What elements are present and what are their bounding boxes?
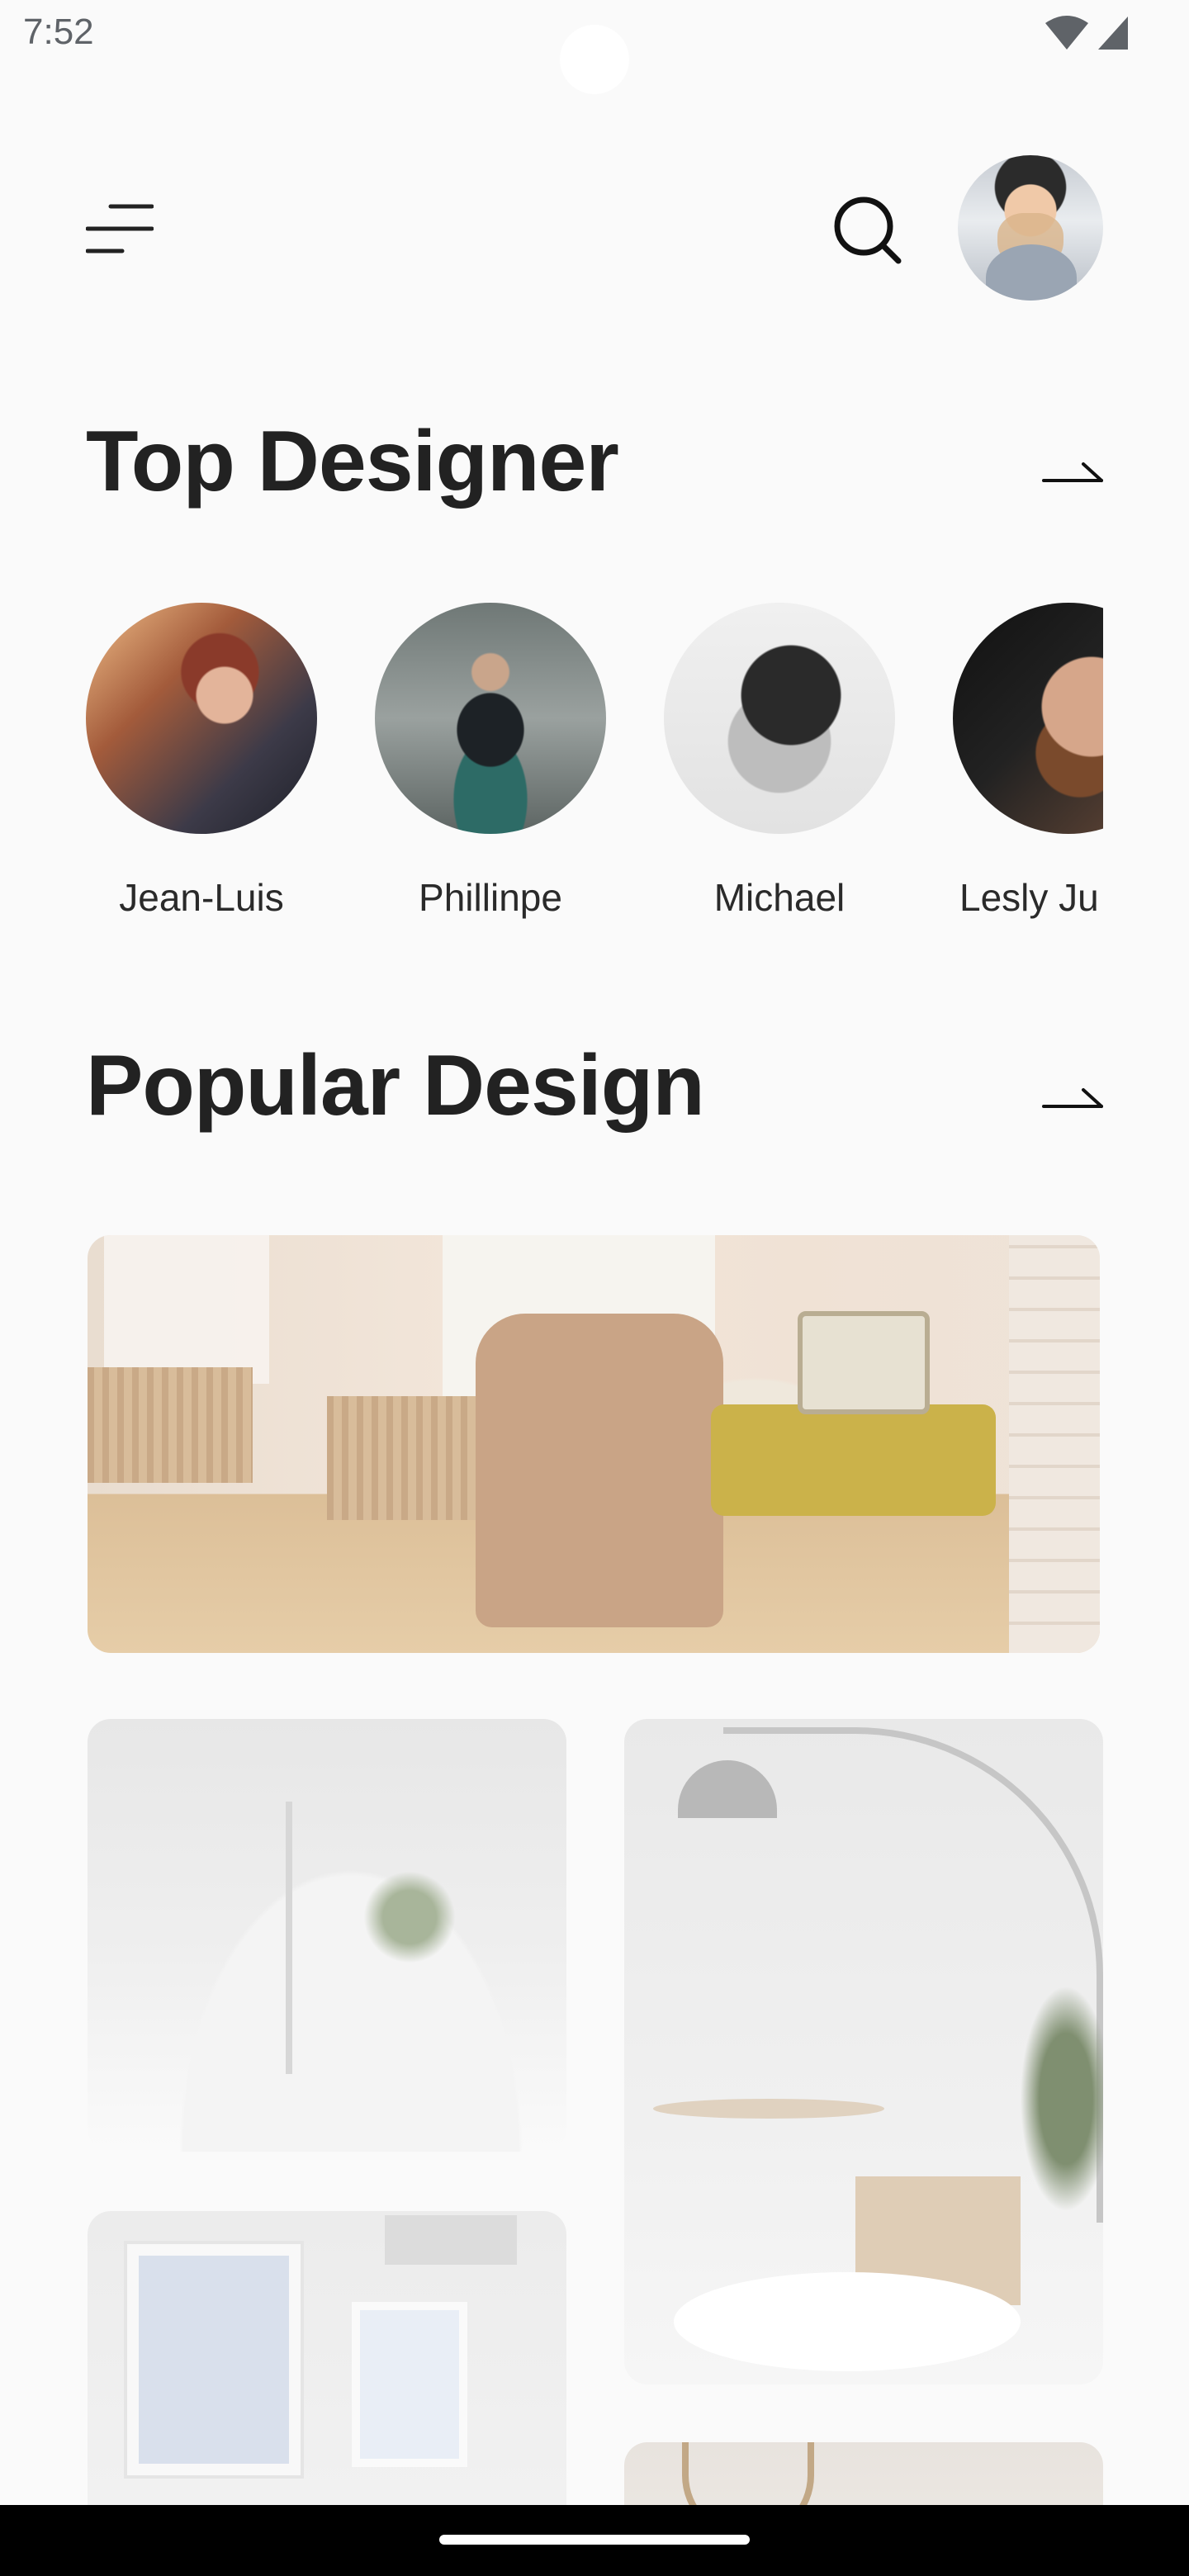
plant	[352, 1868, 467, 1967]
rug	[674, 2272, 1021, 2371]
design-card-bedroom[interactable]	[88, 1719, 566, 2152]
speaker	[798, 1311, 930, 1414]
designer-name: Michael	[713, 876, 846, 919]
designer-item[interactable]: Lesly Ju	[953, 603, 1103, 920]
designer-name: Lesly Ju	[959, 876, 1099, 919]
designer-name: Phillinpe	[419, 876, 562, 919]
status-bar: 7:52	[0, 0, 1189, 94]
poster	[127, 2244, 301, 2475]
designer-photo	[86, 603, 317, 834]
top-designer-arrow-icon[interactable]	[1042, 456, 1103, 489]
brick-wall	[1009, 1235, 1100, 1653]
menu-icon[interactable]	[86, 201, 154, 256]
table	[653, 2099, 884, 2119]
popular-design-arrow-icon[interactable]	[1042, 1082, 1103, 1115]
designer-item[interactable]: Phillinpe	[375, 603, 606, 920]
top-designer-title: Top Designer	[86, 414, 619, 509]
designer-photo	[375, 603, 606, 834]
home-handle[interactable]	[439, 2535, 750, 2545]
designer-item[interactable]: Jean-Luis	[86, 603, 317, 920]
wifi-icon	[1045, 16, 1088, 50]
designer-item[interactable]: Michael	[664, 603, 895, 920]
poster	[385, 2215, 517, 2265]
status-time: 7:52	[23, 12, 94, 52]
floor-lamp	[286, 1802, 292, 2074]
designer-name: Jean-Luis	[119, 876, 284, 919]
designer-photo	[664, 603, 895, 834]
radiator-cover	[88, 1367, 253, 1483]
cell-signal-icon	[1098, 17, 1128, 50]
poster	[352, 2302, 467, 2467]
design-card-living-room[interactable]	[88, 1235, 1100, 1653]
avatar[interactable]	[958, 155, 1103, 301]
search-icon[interactable]	[832, 195, 902, 264]
suitcase-table	[711, 1404, 996, 1516]
popular-design-title: Popular Design	[86, 1038, 705, 1134]
window	[104, 1235, 269, 1384]
design-card-dining[interactable]	[624, 1719, 1103, 2384]
system-nav-bar	[0, 2505, 1189, 2576]
designer-photo	[953, 603, 1103, 834]
camera-cutout	[560, 25, 629, 94]
avatar-scarf	[986, 244, 1077, 301]
status-icons	[1044, 15, 1130, 51]
designer-list: Jean-Luis Phillinpe Michael Lesly Ju	[86, 603, 1103, 933]
armchair	[476, 1314, 723, 1627]
